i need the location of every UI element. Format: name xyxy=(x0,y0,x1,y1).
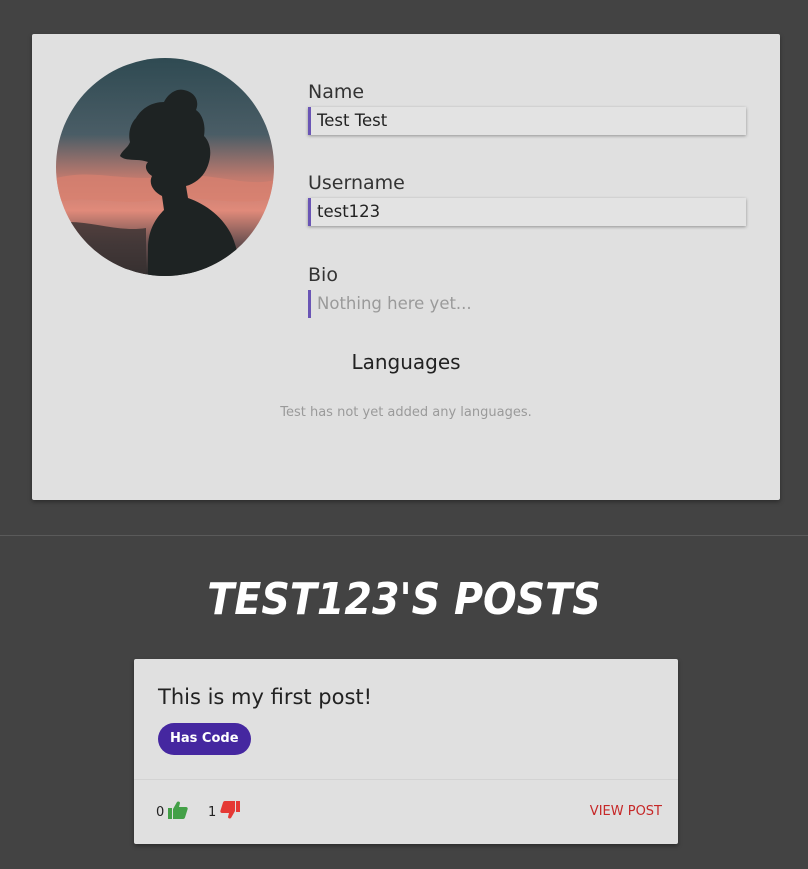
section-divider xyxy=(0,535,808,536)
bio-label: Bio xyxy=(308,264,338,286)
name-label: Name xyxy=(308,81,365,103)
downvote-count: 1 xyxy=(208,804,217,820)
languages-empty-message: Test has not yet added any languages. xyxy=(280,405,532,420)
name-input[interactable]: Test Test xyxy=(308,107,746,135)
avatar-image xyxy=(56,58,274,276)
upvote-count: 0 xyxy=(156,804,165,820)
name-field: Name Test Test xyxy=(308,80,746,135)
has-code-tag: Has Code xyxy=(158,723,251,755)
profile-card: Name Test Test Username test123 Bio Noth… xyxy=(32,34,780,500)
upvote-button[interactable]: 0 xyxy=(156,801,188,823)
post-title: This is my first post! xyxy=(158,685,373,709)
downvote-button[interactable]: 1 xyxy=(208,801,241,823)
username-input[interactable]: test123 xyxy=(308,198,746,226)
post-card: This is my first post! Has Code 0 1 VIEW… xyxy=(134,659,678,844)
thumbs-down-icon xyxy=(220,801,241,823)
thumbs-up-icon xyxy=(168,801,188,823)
username-label: Username xyxy=(308,172,405,194)
bio-input[interactable]: Nothing here yet... xyxy=(308,290,746,318)
view-post-link[interactable]: VIEW POST xyxy=(590,804,662,819)
username-field: Username test123 xyxy=(308,171,746,226)
posts-title: test123's posts xyxy=(207,574,601,625)
avatar xyxy=(56,58,274,276)
languages-title: Languages xyxy=(351,350,461,374)
post-actions: 0 1 VIEW POST xyxy=(134,779,678,845)
bio-field: Bio Nothing here yet... xyxy=(308,263,746,318)
